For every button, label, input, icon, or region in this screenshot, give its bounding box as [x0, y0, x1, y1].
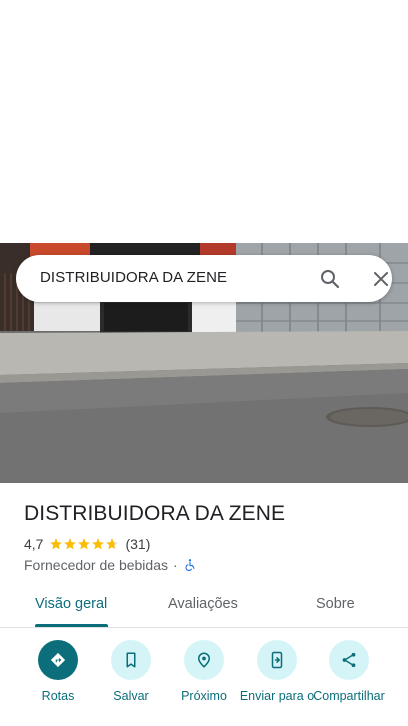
rating-stars [49, 537, 119, 551]
tab-overview[interactable]: Visão geral [35, 596, 107, 612]
star-half-icon [106, 538, 119, 550]
wheelchair-accessible-icon [185, 559, 195, 572]
nearby-icon[interactable] [184, 640, 224, 680]
star-icon [92, 538, 105, 550]
directions-icon[interactable] [38, 640, 78, 680]
tab-about[interactable]: Sobre [316, 596, 355, 612]
send-to-phone-label: Enviar para o [239, 689, 315, 703]
save-button[interactable]: Salvar [91, 640, 171, 703]
action-bar: Rotas Salvar Próximo Enviar para o Compa… [0, 640, 408, 726]
rating-value: 4,7 [24, 536, 44, 552]
star-icon [50, 538, 63, 550]
save-label: Salvar [113, 689, 149, 703]
search-query[interactable]: DISTRIBUIDORA DA ZENE [40, 269, 227, 286]
search-icon[interactable] [318, 267, 342, 291]
review-count[interactable]: (31) [125, 536, 150, 552]
search-bar[interactable]: DISTRIBUIDORA DA ZENE [16, 255, 392, 302]
share-button[interactable]: Compartilhar [309, 640, 389, 703]
send-to-phone-button[interactable]: Enviar para o [237, 640, 317, 703]
place-tabs: Visão geral Avaliações Sobre [0, 586, 408, 628]
bookmark-icon[interactable] [111, 640, 151, 680]
separator-dot: · [173, 557, 178, 573]
category-row: Fornecedor de bebidas · [24, 556, 197, 574]
place-category[interactable]: Fornecedor de bebidas [24, 557, 168, 573]
share-icon[interactable] [329, 640, 369, 680]
active-tab-indicator [35, 624, 108, 627]
nearby-label: Próximo [181, 689, 227, 703]
star-icon [64, 538, 77, 550]
map-blank-area [0, 0, 408, 243]
send-to-phone-icon[interactable] [257, 640, 297, 680]
rating-row[interactable]: 4,7 (31) [24, 535, 150, 553]
nearby-button[interactable]: Próximo [164, 640, 244, 703]
close-icon[interactable] [369, 267, 393, 291]
directions-button[interactable]: Rotas [18, 640, 98, 703]
star-icon [78, 538, 91, 550]
share-label: Compartilhar [313, 689, 385, 703]
place-title: DISTRIBUIDORA DA ZENE [24, 502, 286, 525]
tab-reviews[interactable]: Avaliações [168, 596, 238, 612]
directions-label: Rotas [41, 689, 75, 703]
